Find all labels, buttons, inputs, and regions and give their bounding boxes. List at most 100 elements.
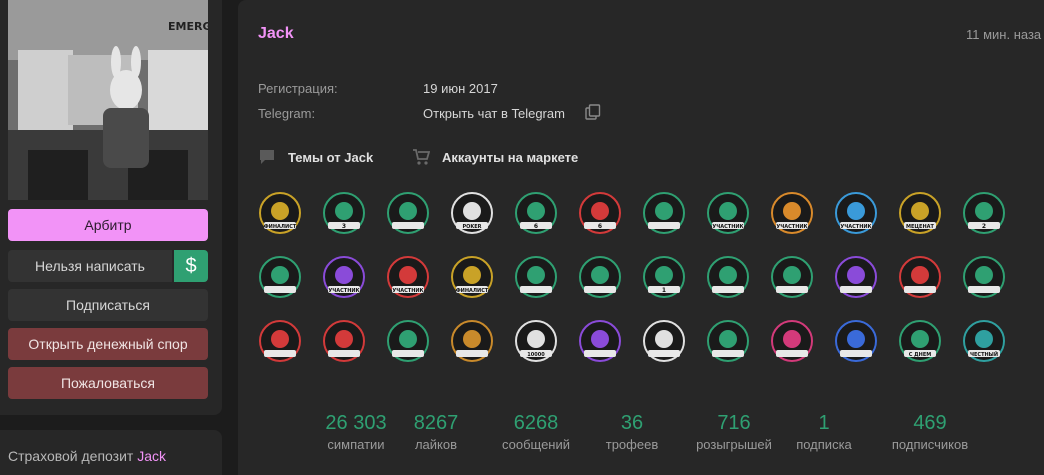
trophy-skull-icon[interactable] bbox=[640, 189, 688, 237]
threads-link[interactable]: Темы от Jack bbox=[258, 148, 373, 166]
stat-label: подписка bbox=[796, 437, 852, 452]
trophy-shark-icon[interactable]: УЧАСТНИК bbox=[832, 189, 880, 237]
svg-text:УЧАСТНИК: УЧАСТНИК bbox=[392, 288, 424, 294]
profile-main: Jack 11 мин. наза Регистрация: 19 июн 20… bbox=[238, 0, 1044, 475]
trophy-seller-icon[interactable]: ЧЕСТНЫЙ bbox=[960, 317, 1008, 365]
trophy-finalist-2-icon[interactable]: ФИНАЛИСТ bbox=[448, 253, 496, 301]
stat-value: 36 bbox=[620, 412, 644, 434]
svg-text:С ДНЕМ: С ДНЕМ bbox=[909, 352, 931, 358]
trophy-year-icon[interactable]: 1 bbox=[640, 253, 688, 301]
stat-value: 1 bbox=[818, 412, 830, 434]
trophy-handshake-icon[interactable] bbox=[576, 253, 624, 301]
trophy-pyramid-icon[interactable]: УЧАСТНИК bbox=[768, 189, 816, 237]
stat-value: 6268 bbox=[513, 412, 559, 434]
threads-link-label: Темы от Jack bbox=[288, 149, 374, 165]
profile-sidebar: EMERGE Арбитр Нельзя написать $ Подписат… bbox=[0, 0, 222, 415]
trophy-arrow-icon[interactable] bbox=[384, 317, 432, 365]
svg-text:УЧАСТНИК: УЧАСТНИК bbox=[840, 224, 872, 230]
svg-text:УЧАСТНИК: УЧАСТНИК bbox=[328, 288, 360, 294]
stat-лайков[interactable]: 8267 лайков bbox=[386, 412, 486, 452]
dollar-icon[interactable]: $ bbox=[174, 250, 208, 282]
svg-text:УЧАСТНИК: УЧАСТНИК bbox=[776, 224, 808, 230]
write-message-button[interactable]: Нельзя написать bbox=[8, 250, 172, 282]
trophy-winner-icon[interactable] bbox=[960, 253, 1008, 301]
stat-label: трофеев bbox=[605, 437, 659, 452]
market-link[interactable]: Аккаунты на маркете bbox=[412, 148, 578, 166]
stat-label: сообщений bbox=[501, 437, 571, 452]
deposit-panel: Страховой депозит Jack bbox=[0, 430, 222, 475]
trophy-5000-icon[interactable] bbox=[576, 317, 624, 365]
trophy-triangle-icon[interactable] bbox=[256, 253, 304, 301]
trophy-purple-icon[interactable] bbox=[832, 253, 880, 301]
subscribe-button[interactable]: Подписаться bbox=[8, 289, 208, 321]
stat-label: розыгрышей bbox=[696, 437, 772, 452]
svg-text:ЧЕСТНЫЙ: ЧЕСТНЫЙ bbox=[970, 350, 998, 358]
trophy-birthday-icon[interactable]: С ДНЕМ bbox=[896, 317, 944, 365]
trophy-bulb-icon[interactable] bbox=[704, 317, 752, 365]
stat-label: подписчиков bbox=[891, 437, 969, 452]
trophy-truck-icon[interactable] bbox=[384, 189, 432, 237]
trophy-patron-icon[interactable]: МЕЦЕНАТ bbox=[896, 189, 944, 237]
svg-text:6: 6 bbox=[598, 223, 602, 230]
avatar[interactable]: EMERGE bbox=[8, 0, 208, 200]
svg-text:10000: 10000 bbox=[527, 352, 545, 358]
stat-розыгрышей[interactable]: 716 розыгрышей bbox=[684, 412, 784, 452]
stat-value: 716 bbox=[717, 412, 751, 434]
trophy-eye-icon[interactable]: УЧАСТНИК bbox=[704, 189, 752, 237]
trophy-cart-icon[interactable] bbox=[320, 317, 368, 365]
stat-value: 8267 bbox=[413, 412, 459, 434]
stat-сообщений[interactable]: 6268 сообщений bbox=[486, 412, 586, 452]
stat-подписчиков[interactable]: 469 подписчиков bbox=[880, 412, 980, 452]
svg-text:1: 1 bbox=[662, 287, 666, 294]
market-link-label: Аккаунты на маркете bbox=[442, 149, 579, 165]
cart-icon bbox=[413, 149, 430, 165]
registration-value: 19 июн 2017 bbox=[423, 81, 498, 96]
trophy-cards-icon[interactable] bbox=[896, 253, 944, 301]
stat-трофеев[interactable]: 36 трофеев bbox=[582, 412, 682, 452]
trophy-3-years-icon[interactable]: 3 bbox=[320, 189, 368, 237]
trophy-laurel-icon[interactable] bbox=[768, 253, 816, 301]
report-button[interactable]: Пожаловаться bbox=[8, 367, 208, 399]
trophy-six-icon[interactable]: 6 bbox=[512, 189, 560, 237]
trophy-bush-icon[interactable] bbox=[512, 253, 560, 301]
svg-text:УЧАСТНИК: УЧАСТНИК bbox=[712, 224, 744, 230]
svg-text:ФИНАЛИСТ: ФИНАЛИСТ bbox=[456, 288, 489, 294]
arbiter-badge[interactable]: Арбитр bbox=[8, 209, 208, 241]
trophy-flag-icon[interactable] bbox=[640, 317, 688, 365]
copy-icon[interactable] bbox=[585, 104, 601, 120]
stat-value: 469 bbox=[913, 412, 947, 434]
svg-text:3: 3 bbox=[342, 223, 346, 230]
last-seen: 11 мин. наза bbox=[966, 27, 1042, 42]
telegram-label: Telegram: bbox=[258, 106, 316, 121]
trophy-2-years-icon[interactable]: 2 bbox=[960, 189, 1008, 237]
svg-text:6: 6 bbox=[534, 223, 538, 230]
trophy-tree-icon[interactable] bbox=[832, 317, 880, 365]
svg-text:POKER: POKER bbox=[462, 224, 481, 230]
deposit-label: Страховой депозит Jack bbox=[8, 448, 166, 464]
page-title: Jack bbox=[258, 25, 294, 42]
telegram-link[interactable]: Открыть чат в Telegram bbox=[423, 106, 565, 121]
trophy-heart-10000-icon[interactable]: 10000 bbox=[512, 317, 560, 365]
deposit-label-text: Страховой депозит bbox=[8, 448, 134, 464]
stat-подписка[interactable]: 1 подписка bbox=[774, 412, 874, 452]
trophy-brain-icon[interactable]: УЧАСТНИК bbox=[320, 253, 368, 301]
stats-bar: 26 303 симпатии 8267 лайков 6268 сообщений 36 т… bbox=[238, 412, 1038, 472]
trophy-elephant-icon[interactable] bbox=[704, 253, 752, 301]
deposit-username[interactable]: Jack bbox=[137, 448, 166, 464]
trophy-innovator-icon[interactable] bbox=[768, 317, 816, 365]
trophy-poker-icon[interactable]: POKER bbox=[448, 189, 496, 237]
svg-text:2: 2 bbox=[982, 223, 986, 230]
svg-text:МЕЦЕНАТ: МЕЦЕНАТ bbox=[906, 224, 934, 230]
registration-label: Регистрация: bbox=[258, 81, 338, 96]
trophy-forum-icon[interactable]: 6 bbox=[576, 189, 624, 237]
chat-icon bbox=[260, 150, 274, 164]
trophy-grid: ФИНАЛИСТ 3 POKER 6 6 УЧАСТНИК УЧАСТНИК УЧАСТНИК… bbox=[256, 189, 1036, 381]
trophy-valorant-icon[interactable]: УЧАСТНИК bbox=[384, 253, 432, 301]
open-dispute-button[interactable]: Открыть денежный спор bbox=[8, 328, 208, 360]
trophy-finalist-icon[interactable]: ФИНАЛИСТ bbox=[256, 189, 304, 237]
trophy-duck-icon[interactable] bbox=[448, 317, 496, 365]
trophy-active-icon[interactable] bbox=[256, 317, 304, 365]
stat-label: лайков bbox=[414, 437, 458, 452]
svg-text:EMERGE: EMERGE bbox=[168, 20, 208, 33]
svg-text:ФИНАЛИСТ: ФИНАЛИСТ bbox=[264, 224, 297, 230]
